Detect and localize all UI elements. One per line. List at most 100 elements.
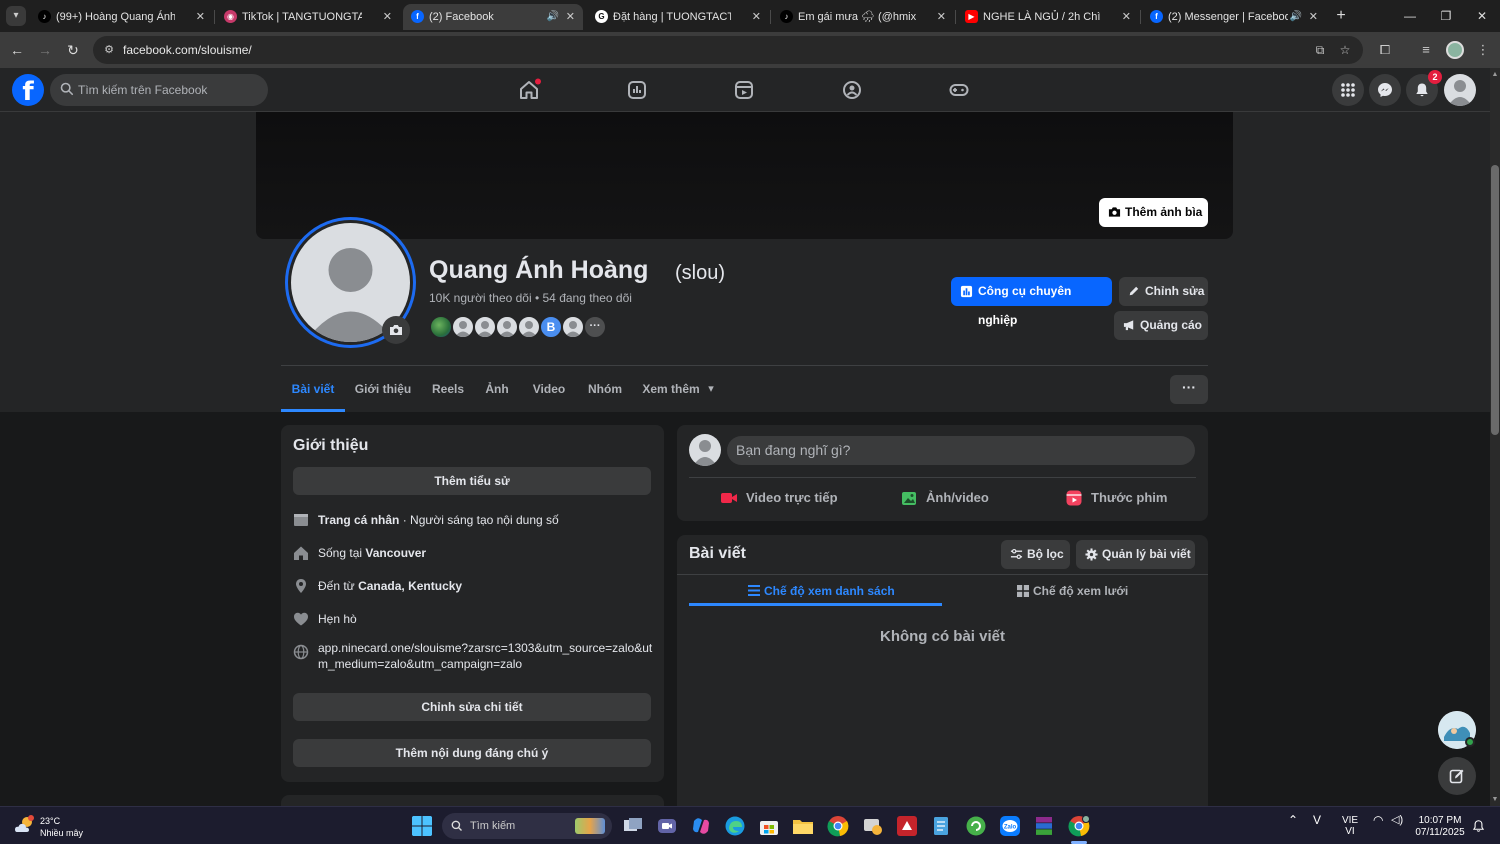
site-settings-icon[interactable]: ⚙ (101, 42, 117, 58)
windows-start-icon[interactable] (411, 815, 433, 837)
tab-search-chevron-icon[interactable]: ▾ (6, 6, 26, 26)
tray-chevron-up-icon[interactable]: ⌃ (1288, 814, 1298, 826)
browser-tab-4[interactable]: G Đặt hàng | TUONGTACTG.PRO ✕ (587, 4, 769, 30)
professional-tools-button[interactable]: Công cụ chuyên nghiệp (951, 277, 1112, 327)
cloudy-weather-icon[interactable] (14, 815, 36, 835)
chrome-icon[interactable] (827, 815, 849, 837)
browser-tab-6[interactable]: ▶ NGHE LÀ NGỦ / 2h Chìm Vào N ✕ (957, 4, 1139, 30)
dashboard-icon[interactable] (625, 78, 649, 102)
forward-arrow-icon[interactable]: → (35, 40, 55, 60)
tab-photos[interactable]: Ảnh (480, 366, 514, 412)
groups-icon[interactable] (840, 78, 864, 102)
speaker-icon[interactable]: 🔊 (547, 4, 559, 30)
messenger-button[interactable] (1369, 74, 1401, 106)
edge-browser-icon[interactable] (724, 815, 746, 837)
browser-tab-2[interactable]: ◉ TikTok | TANGTUONGTACVIP | T ✕ (216, 4, 400, 30)
chrome-active-icon[interactable] (1068, 815, 1090, 837)
search-input[interactable]: Tìm kiếm trên Facebook (50, 74, 268, 106)
notepad-icon[interactable] (930, 815, 952, 837)
meet-chat-icon[interactable] (656, 815, 678, 837)
media-control-icon[interactable]: ≡ (1416, 40, 1436, 60)
address-bar[interactable]: ⚙ facebook.com/slouisme/ ⧉ ☆ (93, 36, 1363, 64)
scrollbar-thumb[interactable] (1491, 165, 1499, 435)
vpn-tray-icon[interactable]: V (1313, 814, 1321, 826)
edit-details-button[interactable]: Chỉnh sửa chi tiết (293, 693, 651, 721)
profile-overflow-button[interactable]: ··· (1170, 375, 1208, 404)
bookmark-star-icon[interactable]: ☆ (1337, 42, 1353, 58)
refresh-app-icon[interactable] (965, 815, 987, 837)
facebook-logo[interactable]: f (12, 74, 44, 106)
minimize-icon[interactable]: — (1400, 6, 1420, 26)
update-profile-picture-button[interactable] (382, 316, 410, 344)
clock[interactable]: 10:07 PM 07/11/2025 (1410, 815, 1470, 839)
language-indicator[interactable]: VIE VI (1339, 815, 1361, 837)
manage-posts-button[interactable]: Quản lý bài viết (1076, 540, 1195, 569)
tab-videos[interactable]: Video (526, 366, 572, 412)
new-message-button[interactable] (1438, 757, 1476, 795)
tab-reels[interactable]: Reels (425, 366, 471, 412)
friend-avatar[interactable]: B (539, 315, 563, 339)
home-icon[interactable] (517, 78, 541, 102)
browser-tab-1[interactable]: ♪ (99+) Hoàng Quang Ánh (@qa_ ✕ (30, 4, 213, 30)
browser-tab-7[interactable]: f (2) Messenger | Facebook 🔊 ✕ (1142, 4, 1326, 30)
tab-about[interactable]: Giới thiệu (351, 366, 415, 412)
friend-avatar[interactable] (561, 315, 585, 339)
zalo-icon[interactable]: Zalo (999, 815, 1021, 837)
follower-stats[interactable]: 10K người theo dõi • 54 đang theo dõi (429, 291, 632, 305)
add-bio-button[interactable]: Thêm tiểu sử (293, 467, 651, 495)
live-video-button[interactable]: Video trực tiếp (720, 488, 838, 508)
advertise-button[interactable]: Quảng cáo (1114, 311, 1208, 340)
tab-groups[interactable]: Nhóm (582, 366, 628, 412)
browser-profile-avatar[interactable] (1446, 41, 1464, 59)
reel-button[interactable]: Thước phim (1065, 488, 1167, 508)
anydesk-icon[interactable] (896, 815, 918, 837)
scroll-down-arrow-icon[interactable]: ▼ (1490, 795, 1500, 805)
edit-profile-button[interactable]: Chỉnh sửa (1119, 277, 1208, 306)
tab-posts[interactable]: Bài viết (281, 366, 345, 412)
close-icon[interactable]: ✕ (1122, 4, 1131, 30)
back-arrow-icon[interactable]: ← (7, 40, 27, 60)
list-view-tab[interactable]: Chế độ xem danh sách (748, 578, 895, 604)
volume-icon[interactable]: ◁) (1391, 815, 1403, 826)
reload-icon[interactable]: ↻ (63, 40, 83, 60)
friend-avatar[interactable] (473, 315, 497, 339)
friend-avatar[interactable] (517, 315, 541, 339)
close-icon[interactable]: ✕ (566, 4, 575, 30)
taskbar-search-input[interactable]: Tìm kiếm (442, 813, 612, 839)
new-tab-plus-icon[interactable]: + (1332, 5, 1350, 27)
weather-widget[interactable]: 23°C Nhiều mây (40, 815, 83, 839)
chevron-down-icon[interactable]: ▾ (704, 366, 718, 412)
lives-city[interactable]: Vancouver (365, 546, 426, 560)
url-text[interactable]: facebook.com/slouisme/ (123, 36, 252, 64)
tab-see-more[interactable]: Xem thêm (640, 366, 702, 412)
friend-avatar[interactable] (495, 315, 519, 339)
browser-tab-3[interactable]: f (2) Facebook 🔊 ✕ (403, 4, 583, 30)
friend-avatar[interactable] (451, 315, 475, 339)
close-icon[interactable]: ✕ (937, 4, 946, 30)
close-icon[interactable]: ✕ (1309, 4, 1318, 30)
task-view-icon[interactable] (622, 815, 644, 837)
more-friends-button[interactable]: ··· (583, 315, 607, 339)
account-avatar[interactable] (1444, 74, 1476, 106)
scroll-up-arrow-icon[interactable]: ▲ (1490, 70, 1500, 80)
microsoft-store-icon[interactable] (758, 815, 780, 837)
gaming-icon[interactable] (947, 78, 971, 102)
window-close-icon[interactable]: ✕ (1472, 6, 1492, 26)
website-link[interactable]: app.ninecard.one/slouisme?zarsrc=1303&ut… (318, 641, 658, 672)
kebab-menu-icon[interactable]: ⋮ (1473, 40, 1493, 60)
browser-tab-5[interactable]: ♪ Em gái mưa 🌧 (@hmixinhxinh ✕ (772, 4, 954, 30)
extensions-icon[interactable]: ⧠ (1375, 40, 1395, 60)
grid-view-tab[interactable]: Chế độ xem lưới (1017, 578, 1128, 604)
menu-grid-button[interactable] (1332, 74, 1364, 106)
composer-avatar[interactable] (689, 434, 721, 466)
network-tool-icon[interactable] (862, 815, 884, 837)
add-cover-photo-button[interactable]: Thêm ảnh bìa (1099, 198, 1208, 227)
from-place[interactable]: Canada, Kentucky (358, 579, 462, 593)
filter-button[interactable]: Bộ lọc (1001, 540, 1070, 569)
video-icon[interactable] (732, 78, 756, 102)
file-explorer-icon[interactable] (792, 815, 814, 837)
add-featured-button[interactable]: Thêm nội dung đáng chú ý (293, 739, 651, 767)
restore-icon[interactable]: ❐ (1436, 6, 1456, 26)
winrar-icon[interactable] (1033, 815, 1055, 837)
speaker-icon[interactable]: 🔊 (1290, 4, 1302, 30)
